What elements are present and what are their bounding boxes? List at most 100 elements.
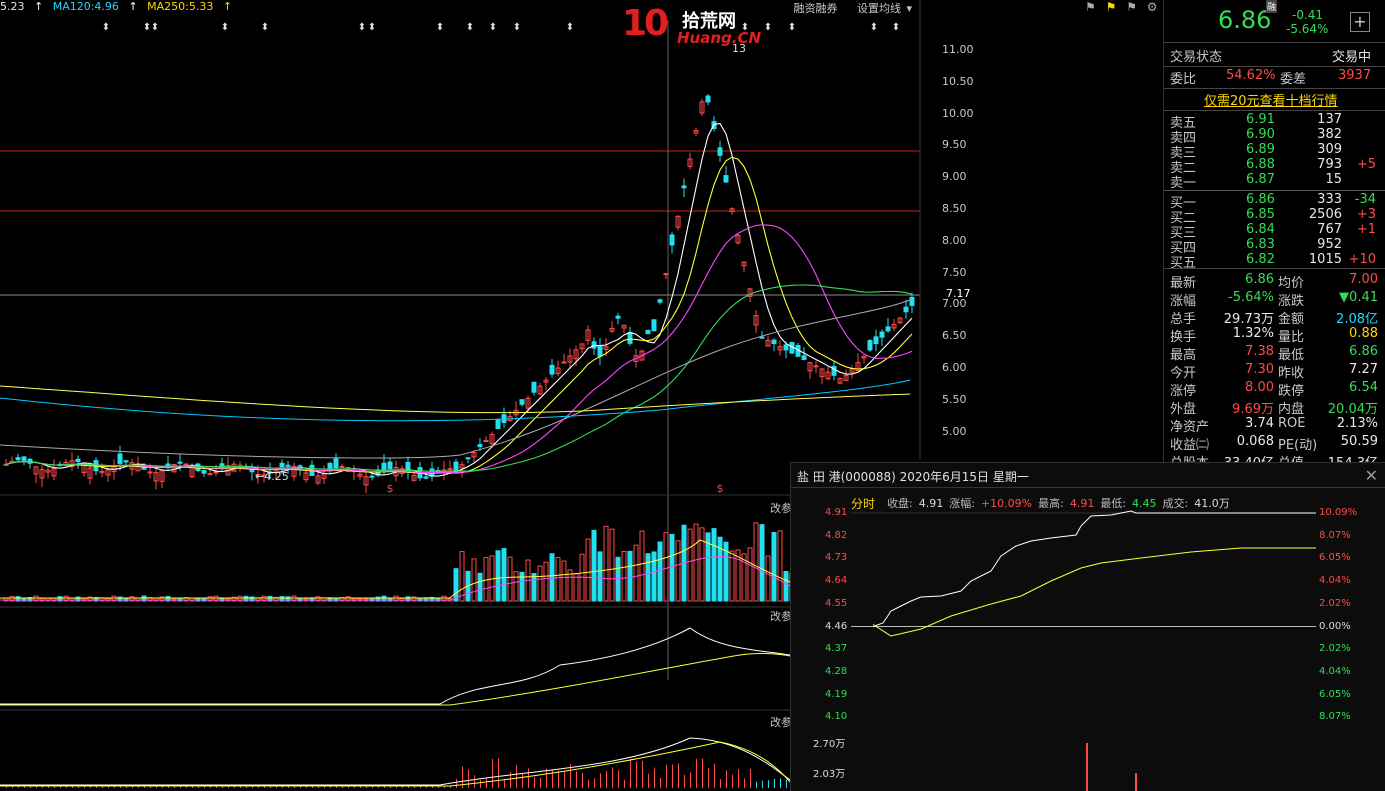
gear-icon[interactable]: ⚙ <box>1147 0 1158 14</box>
price-axis: 11.00 10.50 10.00 9.50 9.00 8.50 8.00 7.50 7.17 7… <box>922 0 974 460</box>
weibi-value: 54.62% <box>1226 68 1276 83</box>
macd-bar <box>468 769 469 788</box>
flag-gray-icon[interactable]: ⚑ <box>1126 0 1137 14</box>
stat-value: 6.86 <box>1349 344 1378 359</box>
stat-label: 内盘 <box>1278 402 1305 417</box>
level-volume: 2506 <box>1308 207 1342 222</box>
candle-body <box>339 465 345 468</box>
volume-bar <box>585 538 591 602</box>
add-watchlist-button[interactable]: + <box>1350 12 1370 32</box>
intraday-pct-tick: 2.02% <box>1319 597 1351 609</box>
intraday-volume-tick: 2.70万 <box>813 739 846 750</box>
volume-bar <box>633 544 639 602</box>
stat-value: 8.00 <box>1245 380 1274 395</box>
candle-body <box>903 306 909 313</box>
pane-settings-label[interactable]: 改参 <box>770 714 792 730</box>
volume-bar <box>711 528 717 602</box>
ma120-label: MA120:4.96 <box>52 0 119 13</box>
stat-value: 29.73万 <box>1223 312 1274 327</box>
level-volume: 309 <box>1317 142 1342 157</box>
intraday-price-tick: 4.28 <box>825 665 848 677</box>
macd-bar <box>546 768 547 788</box>
intraday-pct-tick: 8.07% <box>1319 529 1351 541</box>
candle-body <box>663 273 669 276</box>
macd-bar <box>690 772 691 788</box>
last-price: 6.86 <box>1218 6 1272 34</box>
macd-bar <box>612 767 613 788</box>
price-tick: 6.00 <box>942 361 967 374</box>
intraday-pct-tick: 6.05% <box>1319 688 1351 700</box>
macd-bar <box>780 778 781 788</box>
macd-bar <box>768 780 769 788</box>
stat-label: ROE <box>1278 416 1306 431</box>
candle-body <box>771 339 777 345</box>
kline-canvas[interactable]: ⬍ ⬍ ⬍ ⬍ ⬍ ⬍ ⬍ ⬍ ⬍ ⬍ ⬍ ⬍ ⬍ ⬍ ⬍ ⬍ ⬍←4.2513$ $ <box>0 0 922 790</box>
stat-value: 7.00 <box>1349 272 1378 287</box>
set-ma-link[interactable]: 设置均线 <box>857 2 901 15</box>
intraday-price-tick: 4.82 <box>825 529 848 541</box>
event-marker-icon: ⬍ <box>102 22 110 33</box>
candle-body <box>909 296 915 306</box>
volume-bar <box>459 551 465 602</box>
pane-settings-label[interactable]: 改参 <box>770 608 792 624</box>
stat-value: 0.88 <box>1349 326 1378 341</box>
volume-bar <box>507 556 513 602</box>
macd-bar <box>672 764 673 788</box>
candle-body <box>495 419 501 429</box>
quote-stat-row: 最新 6.86 均价 7.00 <box>1170 272 1380 291</box>
event-marker-icon: ⬍ <box>892 22 900 33</box>
macd-bar <box>576 771 577 788</box>
volume-bar <box>687 528 693 602</box>
macd-bar <box>642 760 643 788</box>
candle-body <box>201 469 207 474</box>
intraday-pct-tick: 10.09% <box>1319 507 1358 518</box>
price-tick: 8.00 <box>942 233 967 247</box>
price-tick: 5.00 <box>942 424 967 438</box>
quote-stat-row: 涨停 8.00 跌停 6.54 <box>1170 380 1380 399</box>
macd-bar <box>510 771 511 788</box>
candle-body <box>615 315 621 319</box>
level2-promo-link[interactable]: 仅需20元查看十档行情 <box>1204 90 1338 109</box>
stat-value: 2.13% <box>1336 416 1378 431</box>
level-change: +1 <box>1356 222 1376 237</box>
candle-body <box>423 476 429 479</box>
price-tick: 6.50 <box>942 329 967 343</box>
event-marker-icon: ⬍ <box>870 22 878 33</box>
macd-bar <box>504 779 505 788</box>
chevron-down-icon[interactable]: ▾ <box>906 2 912 15</box>
ma-arrow-icon: ↑ <box>222 0 233 13</box>
close-icon[interactable]: ✕ <box>1365 466 1378 485</box>
intraday-pct-tick: 4.04% <box>1319 575 1351 587</box>
intraday-popup[interactable]: 盐 田 港(000088) 2020年6月15日 星期一 ✕ 分时 收盘: 4.9… <box>790 462 1385 791</box>
logo-en: Huang.CN <box>677 29 762 47</box>
macd-bar <box>684 774 685 788</box>
flag-yellow-icon[interactable]: ⚑ <box>1106 0 1117 14</box>
macd-bar <box>666 764 667 788</box>
level-price: 6.87 <box>1246 172 1275 187</box>
margin-trading-link[interactable]: 融资融券 <box>793 2 837 15</box>
quote-stat-row: 外盘 9.69万 内盘 20.04万 <box>1170 398 1380 417</box>
intraday-price-tick: 4.64 <box>825 575 848 587</box>
quote-stat-row: 净资产 3.74 ROE 2.13% <box>1170 416 1380 435</box>
candle-body <box>873 336 879 345</box>
stat-label: 跌停 <box>1278 384 1305 399</box>
level-price: 6.86 <box>1246 192 1275 207</box>
candle-body <box>597 345 603 357</box>
flag-icon[interactable]: ⚑ <box>1085 0 1096 14</box>
pane-settings-label[interactable]: 改参 <box>770 500 792 516</box>
kline-chart[interactable]: ⬍ ⬍ ⬍ ⬍ ⬍ ⬍ ⬍ ⬍ ⬍ ⬍ ⬍ ⬍ ⬍ ⬍ ⬍ ⬍ ⬍ ←4.25 13 $ $ <box>0 0 922 790</box>
event-marker-icon: ⬍ <box>764 22 772 33</box>
volume-bar <box>591 529 597 602</box>
weicha-value: 3937 <box>1338 68 1372 83</box>
volume-bar <box>657 541 663 602</box>
indicator-line <box>0 627 791 705</box>
candle-body <box>15 457 21 461</box>
order-book-row[interactable]: 卖一 6.87 15 <box>1170 172 1380 191</box>
macd-bar <box>630 759 631 788</box>
volume-bar <box>717 536 723 602</box>
macd-bar <box>648 773 649 788</box>
macd-bar <box>786 779 787 788</box>
candle-body <box>519 399 525 405</box>
stat-value: 9.69万 <box>1232 402 1274 417</box>
candle-body <box>387 461 393 470</box>
